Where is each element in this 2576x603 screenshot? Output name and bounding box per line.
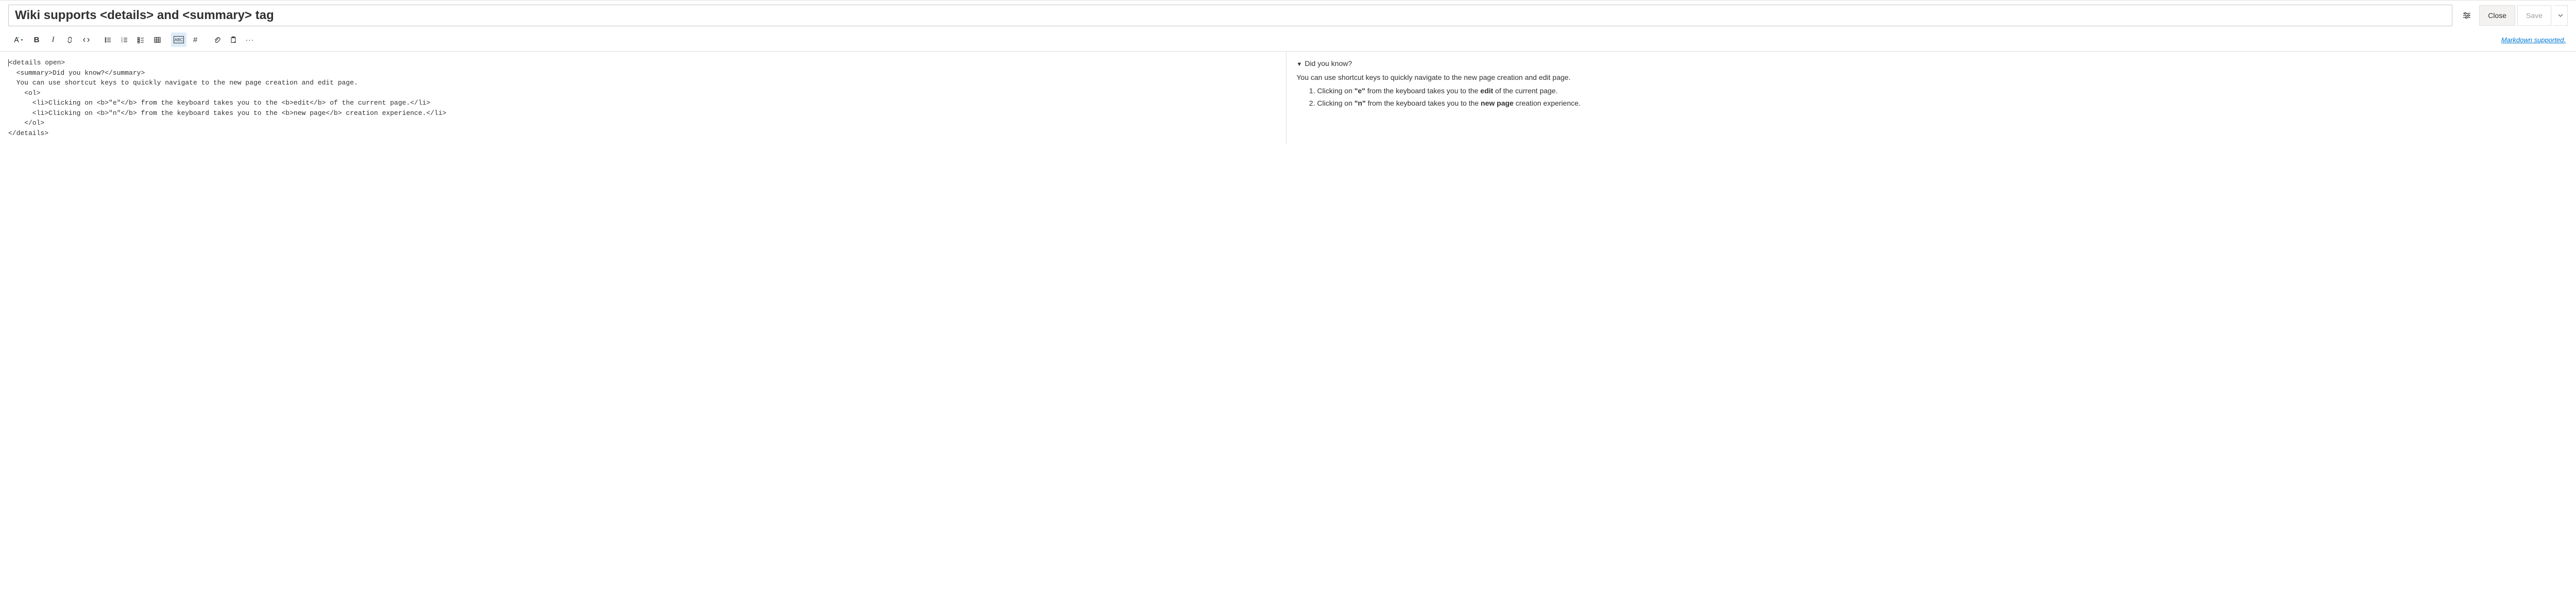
bold-icon: B [34,36,40,44]
paste-button[interactable] [226,32,241,47]
table-icon [154,36,161,44]
hash-icon: # [193,36,197,44]
wiki-editor-page: Close Save ▾ B I [0,0,2576,144]
bold-button[interactable]: B [29,32,44,47]
format-block-button[interactable]: ABC [171,32,187,47]
header-row: Close Save [0,0,2576,30]
paperclip-icon [213,36,221,43]
editor-content: <details open> <summary>Did you know?</s… [8,59,446,137]
link-button[interactable] [62,32,77,47]
abc-block-icon: ABC [174,36,184,43]
sliders-icon [2462,11,2471,20]
markdown-preview: Did you know? You can use shortcut keys … [1286,52,2576,144]
save-dropdown-button[interactable] [2553,5,2568,26]
preview-summary[interactable]: Did you know? [1297,58,2566,70]
clipboard-icon [230,36,237,43]
code-icon [82,36,90,44]
link-icon [66,36,74,44]
preview-list: Clicking on "e" from the keyboard takes … [1317,85,2566,109]
svg-text:ABC: ABC [175,38,183,42]
numbered-list-icon: 123 [121,36,128,44]
markdown-editor[interactable]: <details open> <summary>Did you know?</s… [0,52,1286,144]
attachment-button[interactable] [209,32,225,47]
markdown-supported-link[interactable]: Markdown supported. [2501,36,2566,44]
close-button[interactable]: Close [2479,5,2515,26]
more-icon: ··· [246,36,255,44]
italic-icon: I [52,36,55,44]
chevron-down-icon [2558,13,2563,18]
list-item: Clicking on "n" from the keyboard takes … [1317,97,2566,109]
page-settings-button[interactable] [2456,5,2477,26]
page-title-input[interactable] [8,5,2452,26]
preview-details[interactable]: Did you know? You can use shortcut keys … [1297,58,2566,109]
code-button[interactable] [78,32,94,47]
bullet-list-icon [104,36,112,44]
editor-preview-split: <details open> <summary>Did you know?</s… [0,52,2576,144]
chevron-down-icon: ▾ [21,38,23,42]
svg-text:3: 3 [121,40,123,43]
checklist-button[interactable] [133,32,148,47]
checklist-icon [137,36,145,44]
more-actions-button[interactable]: ··· [242,32,258,47]
header-actions: Close Save [2456,5,2568,26]
mention-button[interactable]: # [188,32,203,47]
list-item: Clicking on "e" from the keyboard takes … [1317,85,2566,96]
save-button[interactable]: Save [2517,5,2551,26]
text-format-button[interactable]: ▾ [8,32,28,47]
toolbar-row: ▾ B I [0,30,2576,52]
bullet-list-button[interactable] [100,32,115,47]
text-format-icon [13,36,20,43]
preview-intro: You can use shortcut keys to quickly nav… [1297,72,2566,83]
numbered-list-button[interactable]: 123 [116,32,132,47]
table-button[interactable] [149,32,165,47]
italic-button[interactable]: I [45,32,61,47]
formatting-toolbar: ▾ B I [8,32,258,47]
